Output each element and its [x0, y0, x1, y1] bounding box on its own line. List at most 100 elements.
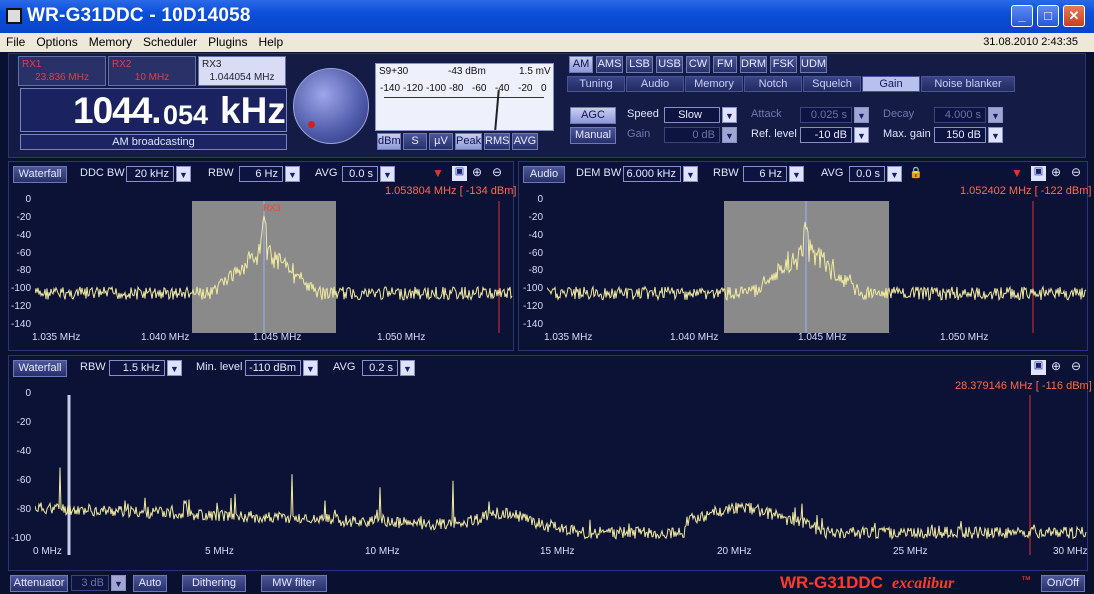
on-off-button[interactable]: On/Off — [1041, 575, 1085, 592]
ddc-spectrum-plot[interactable] — [35, 201, 513, 333]
attenuator-select[interactable]: 3 dB — [71, 575, 109, 591]
meter-mode-button[interactable]: S — [403, 133, 427, 150]
dem-avg-dropdown-icon[interactable]: ▼ — [887, 166, 902, 182]
ddc-avg-dropdown-icon[interactable]: ▼ — [380, 166, 395, 182]
min-level-select[interactable]: -110 dBm — [245, 360, 301, 376]
tab-audio[interactable]: Audio — [626, 76, 684, 92]
max-gain-dropdown-icon[interactable]: ▼ — [988, 127, 1003, 143]
maximize-button[interactable]: □ — [1037, 5, 1059, 27]
mode-button[interactable]: FSK — [770, 56, 797, 73]
dem-y-tick: -60 — [528, 247, 543, 259]
wide-rbw-select[interactable]: 1.5 kHz — [109, 360, 165, 376]
rx3-tab[interactable]: RX3 1.044054 MHz — [198, 56, 286, 86]
menu-scheduler[interactable]: Scheduler — [137, 33, 202, 49]
ref-level-dropdown-icon[interactable]: ▼ — [854, 127, 869, 143]
ddc-bw-select[interactable]: 20 kHz — [126, 166, 174, 182]
mode-button[interactable]: USB — [656, 56, 683, 73]
ddc-rbw-select[interactable]: 6 Hz — [239, 166, 283, 182]
ddc-y-tick: -60 — [16, 247, 31, 259]
dem-zoom-out-icon[interactable]: ⊖ — [1071, 165, 1081, 179]
dem-save-icon[interactable]: ▣ — [1031, 166, 1046, 181]
auto-button[interactable]: Auto — [133, 575, 167, 592]
wide-zoom-out-icon[interactable]: ⊖ — [1071, 359, 1081, 373]
decay-select[interactable]: 4.000 s — [934, 107, 986, 123]
dem-bw-dropdown-icon[interactable]: ▼ — [683, 166, 698, 182]
minimize-button[interactable]: _ — [1011, 5, 1033, 27]
tab-notch[interactable]: Notch — [744, 76, 802, 92]
wide-save-icon[interactable]: ▣ — [1031, 360, 1046, 375]
wide-waterfall-button[interactable]: Waterfall — [13, 360, 67, 377]
ddc-rbw-label: RBW — [208, 167, 234, 179]
meter-mode-button[interactable]: AVG — [512, 133, 538, 150]
meter-mode-button[interactable]: Peak — [455, 133, 482, 150]
tab-squelch[interactable]: Squelch — [803, 76, 861, 92]
mode-button[interactable]: CW — [686, 56, 710, 73]
ddc-save-icon[interactable]: ▣ — [452, 166, 467, 181]
menu-plugins[interactable]: Plugins — [202, 33, 252, 49]
ddc-marker-icon[interactable]: ▼ — [432, 166, 444, 180]
menu-file[interactable]: File — [0, 33, 30, 49]
wide-avg-select[interactable]: 0.2 s — [362, 360, 398, 376]
menu-help[interactable]: Help — [252, 33, 288, 49]
manual-button[interactable]: Manual — [570, 127, 616, 144]
meter-mode-button[interactable]: µV — [429, 133, 453, 150]
tuning-knob[interactable] — [293, 68, 369, 144]
dem-lock-icon[interactable]: 🔒 — [909, 166, 923, 179]
tab-tuning[interactable]: Tuning — [567, 76, 625, 92]
rx2-tab[interactable]: RX2 10 MHz — [108, 56, 196, 86]
attenuator-button[interactable]: Attenuator — [10, 575, 68, 592]
gain-select[interactable]: 0 dB — [664, 127, 720, 143]
min-level-dropdown-icon[interactable]: ▼ — [303, 360, 318, 376]
ddc-zoom-out-icon[interactable]: ⊖ — [492, 165, 502, 179]
tab-gain[interactable]: Gain — [862, 76, 920, 92]
close-button[interactable]: ✕ — [1063, 5, 1085, 27]
menu-memory[interactable]: Memory — [83, 33, 137, 49]
dem-marker-icon[interactable]: ▼ — [1011, 166, 1023, 180]
mode-button[interactable]: LSB — [626, 56, 653, 73]
attack-select[interactable]: 0.025 s — [800, 107, 852, 123]
max-gain-select[interactable]: 150 dB — [934, 127, 986, 143]
ddc-waterfall-button[interactable]: Waterfall — [13, 166, 67, 183]
attenuator-dropdown-icon[interactable]: ▼ — [111, 575, 126, 591]
attack-dropdown-icon[interactable]: ▼ — [854, 107, 869, 123]
mw-filter-button[interactable]: MW filter — [261, 575, 327, 592]
dem-y-tick: -40 — [528, 229, 543, 241]
dithering-button[interactable]: Dithering — [182, 575, 246, 592]
ddc-rbw-dropdown-icon[interactable]: ▼ — [285, 166, 300, 182]
dem-x-tick: 1.040 MHz — [670, 332, 719, 343]
ddc-bw-dropdown-icon[interactable]: ▼ — [176, 166, 191, 182]
wide-zoom-in-icon[interactable]: ⊕ — [1051, 359, 1061, 373]
dem-zoom-in-icon[interactable]: ⊕ — [1051, 165, 1061, 179]
dem-bw-select[interactable]: 6.000 kHz — [623, 166, 681, 182]
wide-rbw-dropdown-icon[interactable]: ▼ — [167, 360, 182, 376]
mode-button[interactable]: AMS — [596, 56, 623, 73]
dem-avg-select[interactable]: 0.0 s — [849, 166, 885, 182]
ref-level-select[interactable]: -10 dB — [800, 127, 852, 143]
tab-memory[interactable]: Memory — [685, 76, 743, 92]
gain-dropdown-icon[interactable]: ▼ — [722, 127, 737, 143]
mode-button[interactable]: DRM — [740, 56, 767, 73]
wideband-spectrum-plot[interactable] — [35, 395, 1087, 555]
dem-audio-button[interactable]: Audio — [523, 166, 565, 183]
dem-spectrum-plot[interactable] — [547, 201, 1087, 333]
decay-dropdown-icon[interactable]: ▼ — [988, 107, 1003, 123]
dem-rbw-select[interactable]: 6 Hz — [743, 166, 787, 182]
mode-button[interactable]: UDM — [800, 56, 827, 73]
speed-select[interactable]: Slow — [664, 107, 720, 123]
ddc-avg-select[interactable]: 0.0 s — [342, 166, 378, 182]
wide-avg-dropdown-icon[interactable]: ▼ — [400, 360, 415, 376]
mode-button[interactable]: AM — [569, 56, 593, 73]
ddc-zoom-in-icon[interactable]: ⊕ — [472, 165, 482, 179]
rx1-tab[interactable]: RX1 23.836 MHz — [18, 56, 106, 86]
frequency-display[interactable]: 1044. 054 kHz — [20, 88, 287, 132]
tab-noise-blanker[interactable]: Noise blanker — [921, 76, 1015, 92]
meter-mode-button[interactable]: RMS — [484, 133, 510, 150]
menu-options[interactable]: Options — [30, 33, 82, 49]
dem-rbw-dropdown-icon[interactable]: ▼ — [789, 166, 804, 182]
decay-label: Decay — [883, 108, 915, 120]
ddc-marker-readout: 1.053804 MHz [ -134 dBm] — [385, 185, 517, 197]
mode-button[interactable]: FM — [713, 56, 737, 73]
meter-mode-button[interactable]: dBm — [377, 133, 401, 150]
speed-dropdown-icon[interactable]: ▼ — [722, 107, 737, 123]
agc-button[interactable]: AGC — [570, 107, 616, 124]
